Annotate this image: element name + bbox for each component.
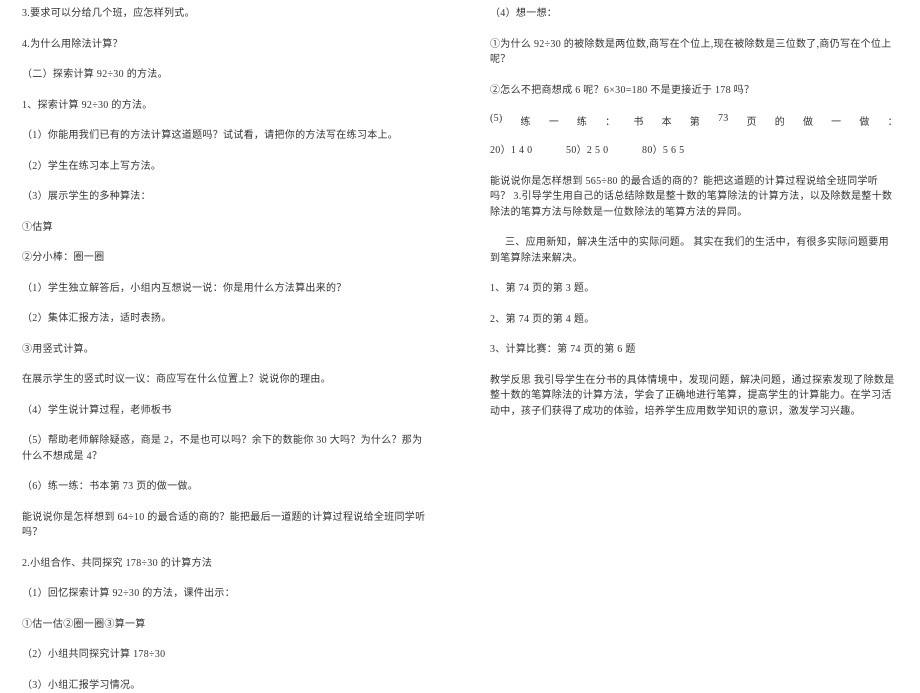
paragraph: ②分小棒：圈一圈 <box>22 250 430 266</box>
c: 73 <box>718 113 729 128</box>
c: 书 <box>633 113 643 128</box>
row5-prefix: (5) <box>490 113 503 128</box>
c: 一 <box>549 113 559 128</box>
problem-3: 80）5 6 5 <box>642 145 684 156</box>
paragraph: ①为什么 92÷30 的被除数是两位数,商写在个位上,现在被除数是三位数了,商仍… <box>490 37 898 68</box>
paragraph: （3）展示学生的多种算法： <box>22 189 430 205</box>
paragraph: ①估一估②圈一圈③算一算 <box>22 617 430 633</box>
paragraph: 3.要求可以分给几个班，应怎样列式。 <box>22 6 430 22</box>
paragraph: （6）练一练：书本第 73 页的做一做。 <box>22 479 430 495</box>
practice-problems: 20）1 4 0 50）2 5 0 80）5 6 5 <box>490 143 898 159</box>
c: 做 <box>803 113 813 128</box>
c: 做 <box>859 113 869 128</box>
paragraph: （2）小组共同探究计算 178÷30 <box>22 647 430 663</box>
c: ： <box>888 113 898 128</box>
problem-2: 50）2 5 0 <box>566 145 608 156</box>
c: 的 <box>775 113 785 128</box>
left-column: 3.要求可以分给几个班，应怎样列式。 4.为什么用除法计算？ （二）探索计算 9… <box>22 6 460 645</box>
paragraph: （4）想一想： <box>490 6 898 22</box>
paragraph: 能说说你是怎样想到 565÷80 的最合适的商的？能把这道题的计算过程说给全班同… <box>490 174 898 221</box>
paragraph: 教学反思 我引导学生在分书的具体情境中，发现问题，解决问题，通过探索发现了除数是… <box>490 373 898 420</box>
paragraph: （5）帮助老师解除疑惑，商是 2，不是也可以吗？余下的数能你 30 大吗？为什么… <box>22 433 430 464</box>
c: ： <box>605 113 615 128</box>
paragraph: 三、应用新知，解决生活中的实际问题。 其实在我们的生活中，有很多实际问题要用到笔… <box>490 235 898 266</box>
c: 页 <box>747 113 757 128</box>
paragraph: 2.小组合作、共同探究 178÷30 的计算方法 <box>22 556 430 572</box>
right-column: （4）想一想： ①为什么 92÷30 的被除数是两位数,商写在个位上,现在被除数… <box>460 6 898 645</box>
paragraph: （二）探索计算 92÷30 的方法。 <box>22 67 430 83</box>
paragraph: 1、第 74 页的第 3 题。 <box>490 281 898 297</box>
c: 本 <box>662 113 672 128</box>
c: 第 <box>690 113 700 128</box>
paragraph: 1、探索计算 92÷30 的方法。 <box>22 98 430 114</box>
c: 一 <box>831 113 841 128</box>
paragraph: 4.为什么用除法计算？ <box>22 37 430 53</box>
paragraph: （1）回忆探索计算 92÷30 的方法，课件出示： <box>22 586 430 602</box>
paragraph: 在展示学生的竖式时议一议：商应写在什么位置上？说说你的理由。 <box>22 372 430 388</box>
paragraph: （1）学生独立解答后，小组内互想说一说：你是用什么方法算出来的？ <box>22 281 430 297</box>
c: 练 <box>577 113 587 128</box>
paragraph: 能说说你是怎样想到 64÷10 的最合适的商的？能把最后一道题的计算过程说给全班… <box>22 510 430 541</box>
paragraph: ①估算 <box>22 220 430 236</box>
paragraph: 3、计算比赛：第 74 页的第 6 题 <box>490 342 898 358</box>
practice-line-5: (5) 练 一 练 ： 书 本 第 73 页 的 做 一 做 ： <box>490 113 898 128</box>
c: 练 <box>520 113 530 128</box>
paragraph: 2、第 74 页的第 4 题。 <box>490 312 898 328</box>
paragraph: （2）集体汇报方法，适时表扬。 <box>22 311 430 327</box>
paragraph: ③用竖式计算。 <box>22 342 430 358</box>
paragraph: （1）你能用我们已有的方法计算这道题吗？试试看，请把你的方法写在练习本上。 <box>22 128 430 144</box>
paragraph: （4）学生说计算过程，老师板书 <box>22 403 430 419</box>
problem-1: 20）1 4 0 <box>490 145 532 156</box>
paragraph: （3）小组汇报学习情况。 <box>22 678 430 693</box>
paragraph: （2）学生在练习本上写方法。 <box>22 159 430 175</box>
paragraph: ②怎么不把商想成 6 呢？6×30=180 不是更接近于 178 吗？ <box>490 83 898 99</box>
